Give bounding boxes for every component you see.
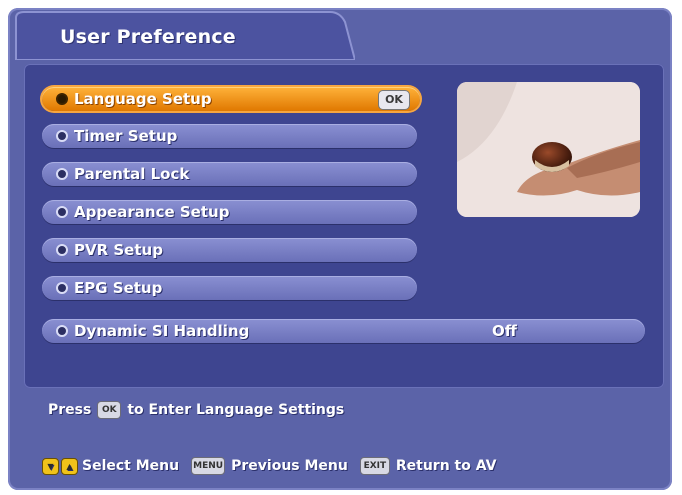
bullet-icon [56, 206, 68, 218]
menu-item-pvr-setup[interactable]: PVR Setup [42, 238, 417, 262]
footer-select-label: Select Menu [82, 458, 180, 474]
help-prefix: Press [48, 402, 92, 418]
menu-item-language-setup[interactable]: Language Setup OK [42, 87, 420, 111]
menu-item-label: Language Setup [74, 90, 212, 108]
ok-key-icon: OK [97, 401, 122, 419]
help-text: Press OK to Enter Language Settings [48, 401, 344, 419]
menu-item-dynamic-si-handling[interactable]: Dynamic SI Handling Off [42, 319, 645, 343]
bullet-icon [56, 282, 68, 294]
bullet-icon [56, 325, 68, 337]
menu-item-label: Appearance Setup [74, 203, 230, 221]
menu-item-label: EPG Setup [74, 279, 163, 297]
menu-item-label: Timer Setup [74, 127, 178, 145]
exit-key-icon: EXIT [359, 457, 390, 475]
menu-item-value: Off [492, 322, 517, 340]
menu-item-label: Parental Lock [74, 165, 190, 183]
bullet-icon [56, 130, 68, 142]
bullet-icon [56, 244, 68, 256]
bullet-icon [56, 93, 68, 105]
arrow-up-icon: ▲ [61, 457, 78, 475]
footer-legend: ▼ ▲ Select Menu MENU Previous Menu EXIT … [42, 457, 496, 475]
menu-item-parental-lock[interactable]: Parental Lock [42, 162, 417, 186]
bullet-icon [56, 168, 68, 180]
ok-key-icon: OK [378, 90, 410, 110]
menu-item-appearance-setup[interactable]: Appearance Setup [42, 200, 417, 224]
menu-key-icon: MENU [191, 457, 226, 475]
video-preview [457, 82, 640, 217]
menu-item-timer-setup[interactable]: Timer Setup [42, 124, 417, 148]
arrow-down-icon: ▼ [42, 457, 59, 475]
menu-item-label: Dynamic SI Handling [74, 322, 250, 340]
help-suffix: to Enter Language Settings [127, 402, 345, 418]
menu-item-epg-setup[interactable]: EPG Setup [42, 276, 417, 300]
footer-return-label: Return to AV [395, 458, 497, 474]
page-title: User Preference [60, 26, 236, 48]
preview-image [457, 82, 640, 217]
menu-item-label: PVR Setup [74, 241, 163, 259]
footer-previous-label: Previous Menu [231, 458, 348, 474]
